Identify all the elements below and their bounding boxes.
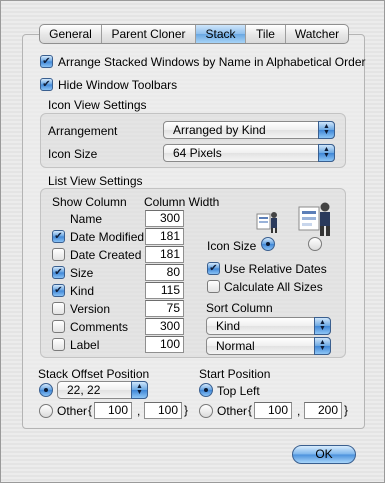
kind-width-field[interactable]: 115: [145, 282, 184, 299]
arrange-alpha-checkbox[interactable]: [40, 55, 53, 68]
tab-stack[interactable]: Stack: [196, 25, 246, 43]
hide-toolbars-label: Hide Window Toolbars: [58, 78, 178, 92]
stack-offset-comma: ,: [137, 404, 141, 418]
tab-parent-cloner[interactable]: Parent Cloner: [102, 25, 196, 43]
arrangement-label: Arrangement: [48, 124, 118, 138]
calculate-sizes-checkbox[interactable]: [207, 280, 220, 293]
start-other-label: Other: [217, 404, 248, 418]
tab-bar: General Parent Cloner Stack Tile Watcher: [39, 24, 349, 44]
show-column-header: Show Column: [52, 195, 127, 209]
arrange-alpha-label: Arrange Stacked Windows by Name in Alpha…: [58, 55, 366, 69]
stack-offset-y-field[interactable]: 100: [144, 402, 182, 419]
start-position-title: Start Position: [199, 367, 271, 381]
popup-arrows-icon: ▲ ▼: [131, 381, 148, 399]
stack-offset-other-radio[interactable]: [39, 404, 53, 418]
sort-column-label: Sort Column: [206, 301, 273, 315]
icon-size-label: Icon Size: [48, 147, 98, 161]
start-y-field[interactable]: 200: [304, 402, 342, 419]
icon-size-value: 64 Pixels: [173, 146, 222, 160]
sort-order-value: Normal: [216, 339, 255, 353]
label-width-field[interactable]: 100: [145, 336, 184, 353]
stack-offset-popup[interactable]: 22, 22 ▲ ▼: [57, 381, 148, 399]
small-icon-radio[interactable]: [261, 237, 275, 251]
start-comma: ,: [297, 404, 301, 418]
small-icon-preview-icon: [256, 212, 277, 233]
stack-offset-preset-radio[interactable]: [39, 383, 53, 397]
preferences-window: General Parent Cloner Stack Tile Watcher…: [0, 0, 385, 483]
sort-order-popup[interactable]: Normal ▲ ▼: [206, 337, 331, 355]
column-name-label: Name: [70, 212, 103, 226]
date-created-width-field[interactable]: 181: [145, 246, 184, 263]
date-modified-label: Date Modified: [70, 230, 145, 244]
stack-offset-x-field[interactable]: 100: [94, 402, 132, 419]
version-width-field[interactable]: 75: [145, 300, 184, 317]
popup-arrows-icon: ▲ ▼: [318, 121, 335, 139]
version-label: Version: [70, 302, 111, 316]
large-icon-radio[interactable]: [308, 237, 322, 251]
stack-offset-other-label: Other: [57, 404, 88, 418]
popup-arrows-icon: ▲ ▼: [314, 317, 331, 335]
icon-view-title: Icon View Settings: [48, 98, 147, 112]
label-label: Label: [70, 338, 100, 352]
stack-offset-value: 22, 22: [67, 383, 101, 397]
date-created-checkbox[interactable]: [52, 248, 65, 261]
size-checkbox[interactable]: [52, 266, 65, 279]
column-width-header: Column Width: [144, 195, 220, 209]
comments-width-field[interactable]: 300: [145, 318, 184, 335]
size-width-field[interactable]: 80: [145, 264, 184, 281]
sort-column-popup[interactable]: Kind ▲ ▼: [206, 317, 331, 335]
label-checkbox[interactable]: [52, 338, 65, 351]
ok-button[interactable]: OK: [292, 445, 356, 464]
list-icon-size-label: Icon Size: [207, 239, 257, 253]
stack-offset-open-brace: {: [88, 403, 93, 417]
list-view-title: List View Settings: [48, 174, 143, 188]
popup-arrows-icon: ▲ ▼: [318, 144, 335, 162]
start-open-brace: {: [248, 403, 253, 417]
tab-tile[interactable]: Tile: [246, 25, 286, 43]
tab-watcher[interactable]: Watcher: [286, 25, 348, 43]
sort-column-value: Kind: [216, 319, 241, 333]
date-modified-width-field[interactable]: 181: [145, 228, 184, 245]
stack-offset-close-brace: }: [184, 403, 189, 417]
date-created-label: Date Created: [70, 248, 142, 262]
calculate-sizes-label: Calculate All Sizes: [224, 280, 323, 294]
kind-label: Kind: [70, 284, 95, 298]
start-x-field[interactable]: 100: [254, 402, 292, 419]
version-checkbox[interactable]: [52, 302, 65, 315]
popup-arrows-icon: ▲ ▼: [314, 337, 331, 355]
tab-general[interactable]: General: [40, 25, 102, 43]
icon-size-popup[interactable]: 64 Pixels ▲ ▼: [163, 144, 335, 162]
arrangement-value: Arranged by Kind: [173, 123, 266, 137]
start-close-brace: }: [344, 403, 349, 417]
stack-offset-title: Stack Offset Position: [38, 367, 150, 381]
large-icon-preview-icon: [298, 202, 330, 236]
start-other-radio[interactable]: [199, 404, 213, 418]
start-top-left-label: Top Left: [217, 384, 260, 398]
comments-checkbox[interactable]: [52, 320, 65, 333]
comments-label: Comments: [70, 320, 129, 334]
hide-toolbars-checkbox[interactable]: [40, 78, 53, 91]
date-modified-checkbox[interactable]: [52, 230, 65, 243]
arrangement-popup[interactable]: Arranged by Kind ▲ ▼: [163, 121, 335, 139]
kind-checkbox[interactable]: [52, 284, 65, 297]
name-width-field[interactable]: 300: [145, 210, 184, 227]
start-top-left-radio[interactable]: [199, 383, 213, 397]
relative-dates-checkbox[interactable]: [207, 262, 220, 275]
relative-dates-label: Use Relative Dates: [224, 262, 327, 276]
size-label: Size: [70, 266, 94, 280]
